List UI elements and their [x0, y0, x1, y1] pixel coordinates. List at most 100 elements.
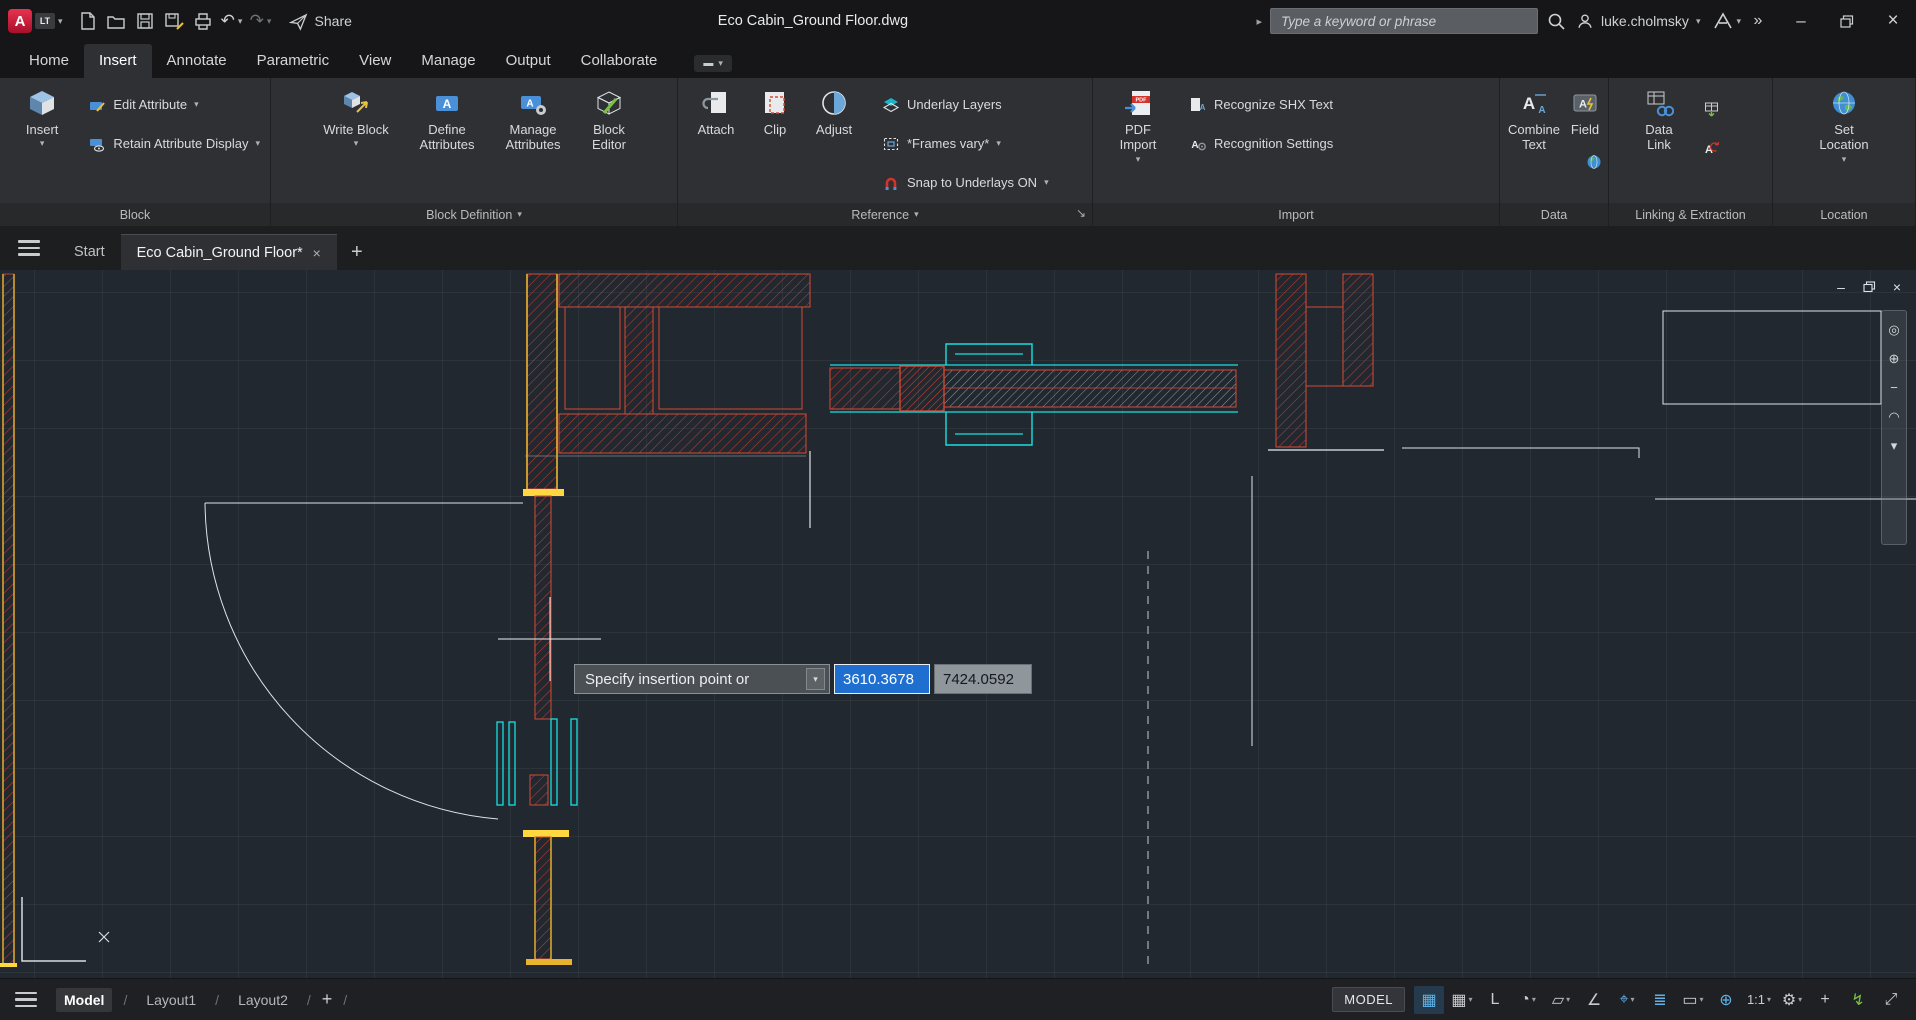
clean-screen-toggle[interactable]: ⤢ [1876, 986, 1906, 1014]
field-button[interactable]: A Field [1566, 83, 1604, 140]
graphics-performance-toggle[interactable]: ↯ [1843, 986, 1873, 1014]
status-menu-button[interactable] [0, 979, 52, 1020]
dynamic-input-toggle[interactable]: ⊕ [1711, 986, 1741, 1014]
adjust-button[interactable]: Adjust [804, 83, 864, 140]
osnap-icon: ⌖ [1619, 991, 1628, 1009]
layout-tab-layout1[interactable]: Layout1 [138, 988, 204, 1012]
new-drawing-tab-button[interactable]: + [337, 234, 377, 270]
update-fields-button[interactable]: A [1697, 134, 1727, 161]
tab-output[interactable]: Output [491, 44, 566, 78]
prompt-options-button[interactable]: ▾ [806, 668, 825, 690]
snap-to-underlays-dropdown[interactable]: Snap to Underlays ON ▾ [876, 169, 1055, 196]
snap-mode-toggle[interactable]: ▦▾ [1447, 986, 1477, 1014]
model-space-button[interactable]: MODEL [1332, 987, 1405, 1012]
search-history-icon[interactable]: ▸ [1256, 15, 1262, 28]
clip-button[interactable]: Clip [750, 83, 800, 140]
zoom-out-icon[interactable]: − [1890, 381, 1898, 394]
steering-wheel-icon[interactable]: ◎ [1888, 323, 1899, 336]
object-snap-tracking-toggle[interactable]: ∠ [1579, 986, 1609, 1014]
minimize-button[interactable]: – [1778, 0, 1824, 42]
underlay-layers-button[interactable]: Underlay Layers [876, 91, 1055, 118]
drawing-canvas[interactable]: – × ◎ ⊕ − ◠ ▾ Specify insertion point or… [0, 270, 1916, 978]
define-attributes-button[interactable]: A Define Attributes [408, 83, 486, 156]
workspace-settings-button[interactable]: ⚙▾ [1777, 986, 1807, 1014]
search-input[interactable] [1270, 8, 1538, 34]
insert-block-button[interactable]: Insert ▾ [10, 83, 74, 151]
extract-data-button[interactable] [1697, 95, 1727, 122]
manage-attributes-button[interactable]: A Manage Attributes [492, 83, 574, 156]
pdf-import-button[interactable]: PDF PDF Import ▾ [1107, 83, 1169, 167]
toolbar-overflow-button[interactable]: » [1744, 6, 1772, 36]
customization-button[interactable]: + [1810, 986, 1840, 1014]
viewport-restore-button[interactable] [1858, 278, 1880, 296]
search-icon[interactable] [1546, 11, 1566, 31]
orbit-icon[interactable]: ◠ [1888, 410, 1899, 423]
maximize-button[interactable] [1824, 0, 1870, 42]
tab-annotate[interactable]: Annotate [152, 44, 242, 78]
write-block-button[interactable]: Write Block ▾ [310, 83, 402, 151]
tab-parametric[interactable]: Parametric [242, 44, 345, 78]
viewport-minimize-button[interactable]: – [1830, 278, 1852, 296]
x-coordinate-field[interactable]: 3610.3678 [834, 664, 930, 694]
redo-button[interactable]: ↷ ▾ [247, 6, 275, 36]
ribbon-display-toggle[interactable]: ▬ ▾ [694, 55, 732, 72]
close-tab-icon[interactable]: × [313, 245, 321, 261]
tab-insert[interactable]: Insert [84, 44, 152, 78]
edit-attribute-button[interactable]: Edit Attribute ▾ [82, 91, 266, 118]
close-button[interactable]: × [1870, 0, 1916, 42]
new-file-button[interactable] [73, 6, 101, 36]
recognize-shx-button[interactable]: A Recognize SHX Text [1183, 91, 1339, 118]
file-tab-start[interactable]: Start [58, 234, 121, 270]
panel-label-block[interactable]: Block [0, 203, 270, 226]
autodesk-app-button[interactable]: ▾ [1710, 6, 1744, 36]
dynamic-input-icon: ⊕ [1719, 990, 1732, 1010]
geolocation-icon[interactable] [1586, 154, 1602, 175]
tab-manage[interactable]: Manage [406, 44, 490, 78]
grid-display-toggle[interactable]: ▦ [1414, 986, 1444, 1014]
layout-tab-model[interactable]: Model [56, 988, 112, 1012]
lineweight-toggle[interactable]: ≣ [1645, 986, 1675, 1014]
recognition-settings-button[interactable]: A Recognition Settings [1183, 130, 1339, 157]
tab-view[interactable]: View [344, 44, 406, 78]
attach-button[interactable]: Attach [686, 83, 746, 140]
share-button[interactable]: Share [289, 12, 352, 31]
define-attributes-label: Define Attributes [412, 122, 482, 153]
layout-tab-layout2[interactable]: Layout2 [230, 988, 296, 1012]
panel-label-linking[interactable]: Linking & Extraction [1609, 203, 1772, 226]
set-location-button[interactable]: Set Location ▾ [1809, 83, 1879, 167]
viewport-close-button[interactable]: × [1886, 278, 1908, 296]
ortho-toggle[interactable]: L [1480, 986, 1510, 1014]
plot-button[interactable] [189, 6, 217, 36]
retain-attribute-display-button[interactable]: Retain Attribute Display ▾ [82, 130, 266, 157]
save-button[interactable] [131, 6, 159, 36]
zoom-icon[interactable]: ⊕ [1889, 352, 1900, 365]
panel-label-block-definition[interactable]: Block Definition ▾ [271, 203, 677, 226]
open-file-button[interactable] [102, 6, 130, 36]
file-tab-active-doc[interactable]: Eco Cabin_Ground Floor* × [121, 234, 337, 270]
object-snap-toggle[interactable]: ⌖▾ [1612, 986, 1642, 1014]
panel-label-import[interactable]: Import [1093, 203, 1499, 226]
app-menu-button[interactable]: A LT ▾ [0, 9, 69, 33]
save-as-button[interactable] [160, 6, 188, 36]
y-coordinate-field[interactable]: 7424.0592 [934, 664, 1032, 694]
write-block-icon [341, 86, 371, 120]
file-tabs-menu-button[interactable] [0, 226, 58, 270]
dialog-launcher-icon[interactable]: ↘ [1076, 206, 1086, 220]
block-editor-button[interactable]: Block Editor [580, 83, 638, 156]
panel-label-reference[interactable]: Reference ▾ ↘ [678, 203, 1092, 226]
frames-dropdown[interactable]: *Frames vary* ▾ [876, 130, 1055, 157]
data-link-button[interactable]: Data Link [1631, 83, 1687, 156]
account-menu[interactable]: luke.cholmsky ▾ [1576, 12, 1700, 30]
selection-cycling-toggle[interactable]: ▭▾ [1678, 986, 1708, 1014]
panel-label-location[interactable]: Location [1773, 203, 1915, 226]
undo-button[interactable]: ↶ ▾ [218, 6, 246, 36]
new-layout-button[interactable]: + [322, 989, 333, 1010]
tab-collaborate[interactable]: Collaborate [566, 44, 673, 78]
annotation-scale-button[interactable]: 1:1▾ [1744, 986, 1774, 1014]
combine-text-button[interactable]: AA Combine Text [1504, 83, 1564, 156]
navbar-more-icon[interactable]: ▾ [1891, 439, 1898, 452]
polar-tracking-toggle[interactable]: ◔▾ [1513, 986, 1543, 1014]
panel-label-data[interactable]: Data [1500, 203, 1608, 226]
tab-home[interactable]: Home [14, 44, 84, 78]
isodraft-toggle[interactable]: ▱▾ [1546, 986, 1576, 1014]
